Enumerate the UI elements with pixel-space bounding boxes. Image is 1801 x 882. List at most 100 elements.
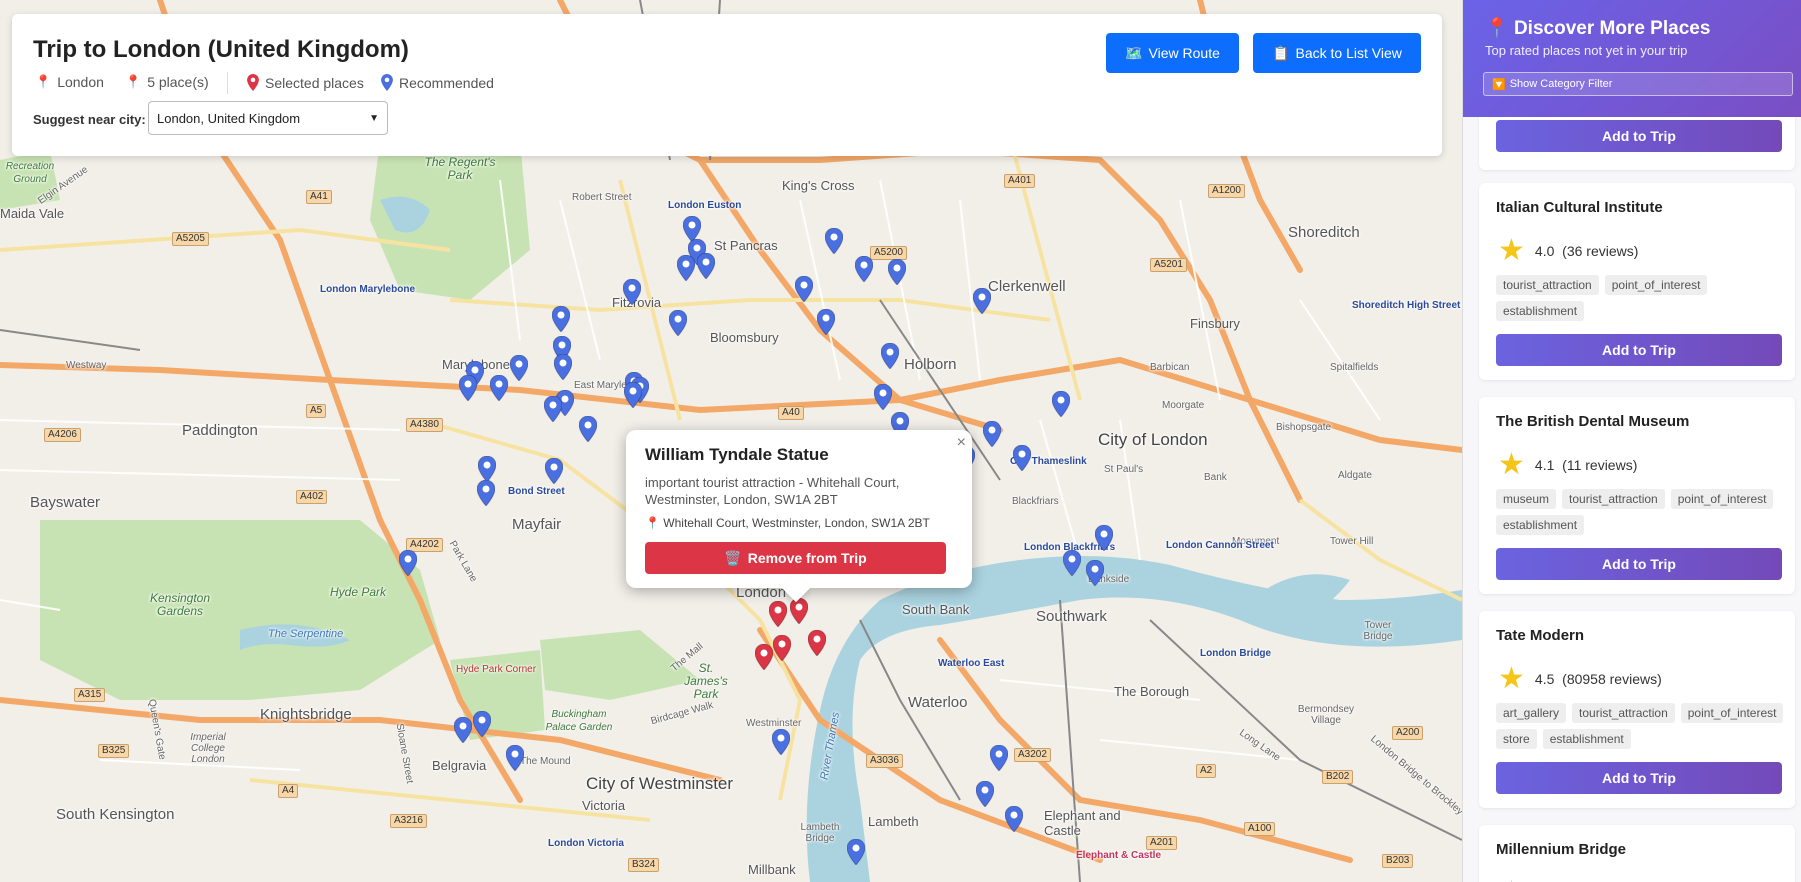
category-tag: tourist_attraction bbox=[1572, 703, 1675, 723]
legend-recommended: Recommended bbox=[381, 74, 494, 91]
add-to-trip-button[interactable]: Add to Trip bbox=[1496, 334, 1782, 366]
selected-place-marker[interactable] bbox=[790, 598, 808, 624]
category-tag: tourist_attraction bbox=[1496, 275, 1599, 295]
rating-value: 4.0 bbox=[1534, 242, 1555, 259]
category-tag: point_of_interest bbox=[1670, 489, 1774, 509]
category-tag: establishment bbox=[1542, 729, 1631, 749]
place-tags: museum tourist_attraction point_of_inter… bbox=[1496, 489, 1786, 535]
recommended-place-marker[interactable] bbox=[624, 382, 642, 408]
recommended-place-marker[interactable] bbox=[1063, 550, 1081, 576]
place-card: Millennium Bridge ★ bbox=[1479, 825, 1795, 882]
sidebar-title: 📍 Discover More Places bbox=[1485, 16, 1710, 40]
star-icon: ★ bbox=[1498, 662, 1525, 695]
discover-sidebar[interactable]: 📍 Discover More Places Top rated places … bbox=[1462, 0, 1801, 882]
place-card: Tate Modern ★ 4.5 (80958 reviews) art_ga… bbox=[1479, 611, 1795, 808]
red-marker-icon bbox=[247, 74, 259, 91]
add-to-trip-label: Add to Trip bbox=[1602, 342, 1676, 358]
add-to-trip-button[interactable]: Add to Trip bbox=[1496, 120, 1782, 152]
recommended-place-marker[interactable] bbox=[579, 416, 597, 442]
map-pin-icon: 📍 bbox=[35, 74, 52, 89]
place-card: The British Dental Museum ★ 4.1 (11 revi… bbox=[1479, 397, 1795, 594]
recommended-place-marker[interactable] bbox=[490, 375, 508, 401]
add-to-trip-label: Add to Trip bbox=[1602, 128, 1676, 144]
add-to-trip-button[interactable]: Add to Trip bbox=[1496, 762, 1782, 794]
recommended-place-marker[interactable] bbox=[855, 256, 873, 282]
remove-from-trip-button[interactable]: 🗑️ Remove from Trip bbox=[645, 542, 946, 574]
recommended-place-marker[interactable] bbox=[874, 384, 892, 410]
places-meta: 📍 5 place(s) bbox=[125, 74, 209, 90]
recommended-place-marker[interactable] bbox=[1013, 445, 1031, 471]
recommended-place-marker[interactable] bbox=[454, 717, 472, 743]
filter-icon: 🔽 bbox=[1492, 78, 1506, 91]
map-route-icon: 🗺️ bbox=[1125, 44, 1143, 61]
recommended-place-marker[interactable] bbox=[478, 456, 496, 482]
add-to-trip-button[interactable]: Add to Trip bbox=[1496, 548, 1782, 580]
recommended-place-marker[interactable] bbox=[990, 745, 1008, 771]
place-name: Tate Modern bbox=[1496, 627, 1585, 644]
popup-address-text: Whitehall Court, Westminster, London, SW… bbox=[663, 516, 930, 530]
recommended-place-marker[interactable] bbox=[669, 310, 687, 336]
popup-title: William Tyndale Statue bbox=[645, 445, 829, 464]
recommended-place-marker[interactable] bbox=[552, 306, 570, 332]
chevron-down-icon: ▼ bbox=[369, 112, 379, 124]
review-count: (80958 reviews) bbox=[1562, 670, 1662, 687]
selected-place-marker[interactable] bbox=[808, 630, 826, 656]
recommended-place-marker[interactable] bbox=[545, 458, 563, 484]
recommended-place-marker[interactable] bbox=[973, 288, 991, 314]
recommended-place-marker[interactable] bbox=[623, 279, 641, 305]
place-rating: ★ 4.0 (36 reviews) bbox=[1498, 233, 1638, 268]
selected-place-marker[interactable] bbox=[773, 635, 791, 661]
recommended-place-marker[interactable] bbox=[473, 711, 491, 737]
map-pin-icon: 📍 bbox=[125, 74, 142, 89]
recommended-place-marker[interactable] bbox=[795, 276, 813, 302]
rating-value: 4.5 bbox=[1534, 670, 1555, 687]
recommended-place-marker[interactable] bbox=[399, 550, 417, 576]
view-route-button[interactable]: 🗺️ View Route bbox=[1106, 33, 1239, 73]
recommended-place-marker[interactable] bbox=[459, 375, 477, 401]
city-select-value: London, United Kingdom bbox=[157, 110, 301, 126]
recommended-place-marker[interactable] bbox=[881, 343, 899, 369]
star-icon: ★ bbox=[1498, 875, 1525, 882]
recommended-place-marker[interactable] bbox=[888, 259, 906, 285]
selected-place-marker[interactable] bbox=[769, 601, 787, 627]
legend-selected-label: Selected places bbox=[265, 74, 364, 91]
recommended-place-marker[interactable] bbox=[544, 396, 562, 422]
selected-place-marker[interactable] bbox=[755, 644, 773, 670]
trash-icon: 🗑️ bbox=[724, 549, 742, 566]
suggest-city-label: Suggest near city: bbox=[33, 112, 146, 127]
recommended-place-marker[interactable] bbox=[1005, 806, 1023, 832]
recommended-place-marker[interactable] bbox=[772, 729, 790, 755]
recommended-place-marker[interactable] bbox=[976, 781, 994, 807]
map-pin-icon: 📍 bbox=[645, 516, 660, 530]
recommended-place-marker[interactable] bbox=[983, 421, 1001, 447]
review-count: (36 reviews) bbox=[1562, 242, 1639, 259]
recommended-place-marker[interactable] bbox=[817, 309, 835, 335]
city-select[interactable]: London, United Kingdom ▼ bbox=[148, 101, 388, 135]
recommended-place-marker[interactable] bbox=[510, 355, 528, 381]
category-tag: point_of_interest bbox=[1680, 703, 1784, 723]
recommended-place-marker[interactable] bbox=[1086, 560, 1104, 586]
review-count: (11 reviews) bbox=[1562, 456, 1638, 473]
recommended-place-marker[interactable] bbox=[825, 228, 843, 254]
category-tag: establishment bbox=[1496, 301, 1585, 321]
recommended-place-marker[interactable] bbox=[477, 480, 495, 506]
back-to-list-button[interactable]: 📋 Back to List View bbox=[1253, 33, 1421, 73]
popup-description: important tourist attraction - Whitehall… bbox=[645, 475, 900, 507]
recommended-place-marker[interactable] bbox=[1095, 525, 1113, 551]
place-tags: art_gallery tourist_attraction point_of_… bbox=[1496, 703, 1786, 749]
recommended-place-marker[interactable] bbox=[506, 745, 524, 771]
city-meta: 📍 London bbox=[35, 74, 104, 90]
sidebar-subtitle: Top rated places not yet in your trip bbox=[1485, 43, 1688, 58]
popup-address: 📍 Whitehall Court, Westminster, London, … bbox=[645, 516, 930, 530]
recommended-place-marker[interactable] bbox=[554, 354, 572, 380]
recommended-place-marker[interactable] bbox=[1052, 391, 1070, 417]
recommended-place-marker[interactable] bbox=[847, 839, 865, 865]
category-filter-toggle[interactable]: 🔽 Show Category Filter bbox=[1483, 72, 1793, 96]
category-tag: point_of_interest bbox=[1604, 275, 1708, 295]
divider bbox=[227, 72, 228, 94]
category-tag: store bbox=[1496, 729, 1537, 749]
close-icon[interactable]: × bbox=[957, 434, 966, 452]
recommended-place-marker[interactable] bbox=[677, 255, 695, 281]
place-rating: ★ bbox=[1498, 875, 1525, 882]
recommended-place-marker[interactable] bbox=[697, 253, 715, 279]
